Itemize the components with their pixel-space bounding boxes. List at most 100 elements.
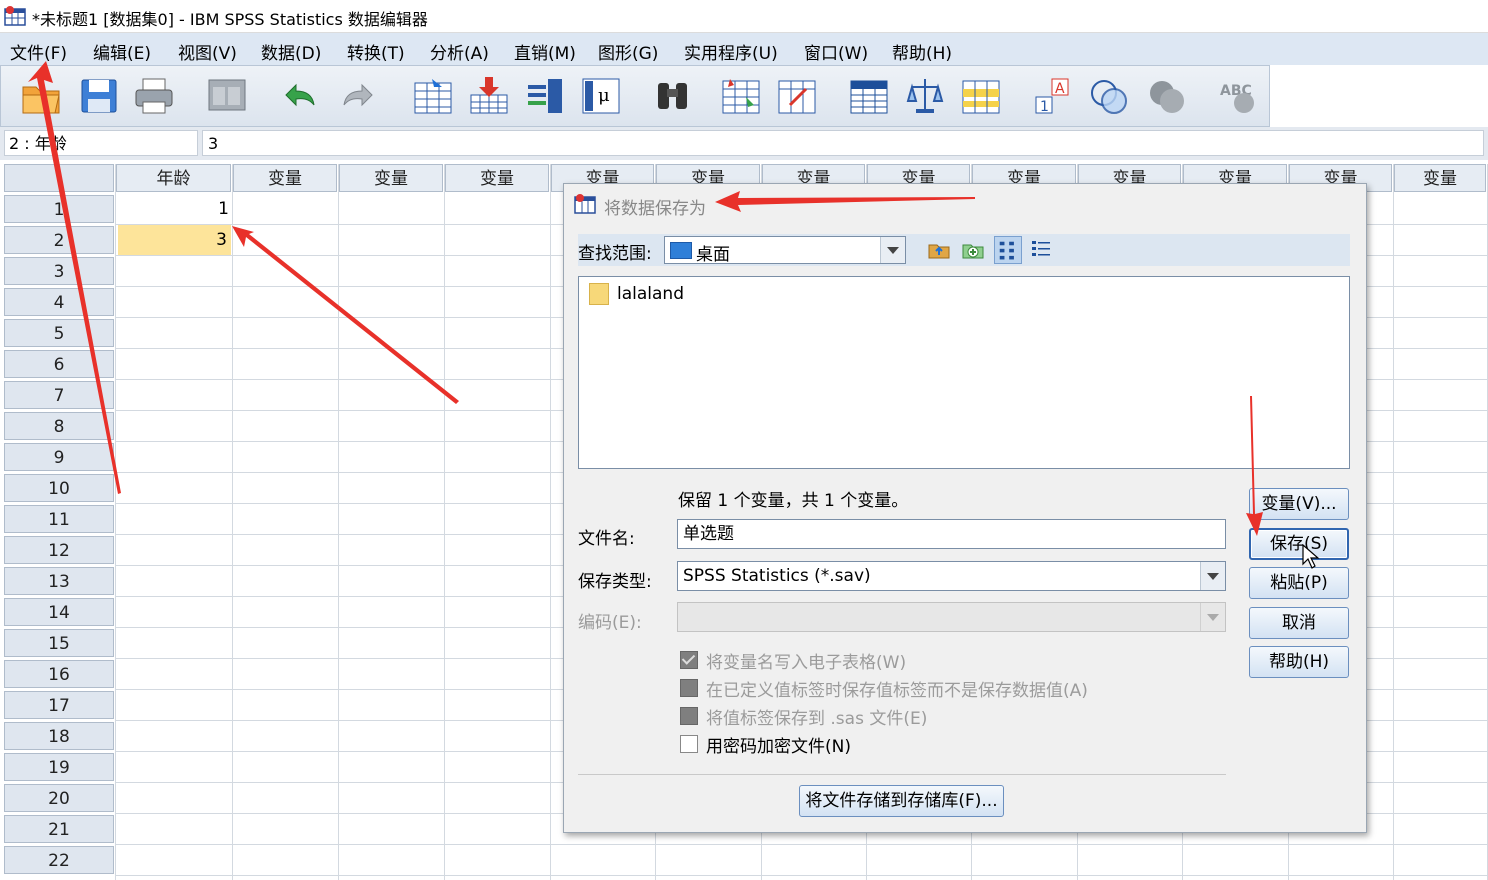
print-icon[interactable] — [132, 74, 176, 118]
menu-help[interactable]: 帮助(H) — [892, 39, 952, 64]
row-header[interactable]: 11 — [4, 505, 114, 533]
checkbox-label: 在已定义值标签时保存值标签而不是保存数据值(A) — [706, 680, 1088, 701]
svg-text:1: 1 — [1040, 99, 1049, 115]
row-header[interactable]: 8 — [4, 412, 114, 440]
checkbox-box — [680, 707, 698, 725]
menu-transform[interactable]: 转换(T) — [347, 39, 405, 64]
grid-corner[interactable] — [4, 164, 114, 192]
menu-window[interactable]: 窗口(W) — [804, 39, 868, 64]
save-type-dropdown[interactable]: SPSS Statistics (*.sav) — [677, 561, 1226, 591]
list-item[interactable]: lalaland — [589, 281, 684, 307]
row-header[interactable]: 18 — [4, 722, 114, 750]
menu-edit[interactable]: 编辑(E) — [93, 39, 151, 64]
grid-col-line — [550, 164, 551, 880]
save-button[interactable]: 保存(S) — [1249, 528, 1349, 560]
insert-variable-icon[interactable] — [775, 74, 819, 118]
show-all-variables-icon[interactable] — [1145, 74, 1189, 118]
cell-row2-age-selected[interactable]: 3 — [118, 225, 231, 255]
new-folder-icon[interactable] — [962, 238, 984, 260]
split-file-icon[interactable] — [847, 74, 891, 118]
descriptive-stats-icon[interactable]: μ — [579, 74, 623, 118]
row-header[interactable]: 19 — [4, 753, 114, 781]
cell-row1-age[interactable]: 1 — [116, 194, 233, 224]
menu-view[interactable]: 视图(V) — [178, 39, 237, 64]
filename-input[interactable]: 单选题 — [677, 519, 1226, 549]
use-sets-icon[interactable] — [1087, 74, 1131, 118]
grid-col-line — [338, 164, 339, 880]
paste-button[interactable]: 粘贴(P) — [1249, 567, 1349, 599]
goto-case-icon[interactable] — [411, 74, 455, 118]
undo-icon[interactable] — [277, 74, 321, 118]
row-header[interactable]: 17 — [4, 691, 114, 719]
variables-button[interactable]: 变量(V)... — [1249, 488, 1349, 520]
save-disk-icon[interactable] — [77, 74, 121, 118]
checkbox-encrypt-password[interactable]: 用密码加密文件(N) — [680, 731, 851, 757]
row-header[interactable]: 4 — [4, 288, 114, 316]
list-view-icon[interactable] — [994, 236, 1022, 264]
details-view-icon[interactable] — [1030, 238, 1052, 260]
store-to-repository-button[interactable]: 将文件存储到存储库(F)... — [799, 785, 1004, 817]
row-header[interactable]: 21 — [4, 815, 114, 843]
variables-icon[interactable] — [523, 74, 567, 118]
open-folder-icon[interactable] — [19, 74, 63, 118]
checkbox-box[interactable] — [680, 735, 698, 753]
grid-col-line — [115, 164, 116, 880]
menu-direct-marketing[interactable]: 直销(M) — [514, 39, 576, 64]
look-in-dropdown[interactable]: 桌面 — [664, 236, 906, 265]
row-header[interactable]: 20 — [4, 784, 114, 812]
save-data-as-dialog: 将数据保存为 查找范围: 桌面 lalaland 保留 1 个变量，共 1 个变… — [563, 183, 1367, 833]
find-icon[interactable] — [651, 74, 695, 118]
weight-cases-icon[interactable] — [903, 74, 947, 118]
row-header[interactable]: 3 — [4, 257, 114, 285]
encoding-label: 编码(E): — [578, 613, 642, 633]
menu-graphs[interactable]: 图形(G) — [598, 39, 658, 64]
file-list[interactable]: lalaland — [578, 276, 1350, 469]
spell-check-icon[interactable]: ABC — [1217, 74, 1261, 118]
column-header-var[interactable]: 变量 — [1394, 164, 1486, 192]
spss-app-icon — [4, 6, 26, 26]
row-header[interactable]: 5 — [4, 319, 114, 347]
dialog-recall-icon[interactable] — [205, 74, 249, 118]
value-labels-icon[interactable]: A1 — [1031, 74, 1075, 118]
cell-value-input[interactable]: 3 — [202, 130, 1484, 156]
cancel-button[interactable]: 取消 — [1249, 607, 1349, 639]
row-header[interactable]: 9 — [4, 443, 114, 471]
encoding-dropdown — [677, 602, 1226, 632]
row-header[interactable]: 13 — [4, 567, 114, 595]
row-header[interactable]: 15 — [4, 629, 114, 657]
redo-icon[interactable] — [337, 74, 381, 118]
column-header-var[interactable]: 变量 — [445, 164, 549, 192]
select-cases-icon[interactable] — [959, 74, 1003, 118]
row-header[interactable]: 14 — [4, 598, 114, 626]
row-header[interactable]: 1 — [4, 195, 114, 223]
column-header-var[interactable]: 变量 — [233, 164, 337, 192]
menu-analyze[interactable]: 分析(A) — [430, 39, 489, 64]
row-header[interactable]: 12 — [4, 536, 114, 564]
checkbox-box — [680, 651, 698, 669]
up-folder-icon[interactable] — [928, 238, 950, 260]
menu-utilities[interactable]: 实用程序(U) — [684, 39, 778, 64]
menu-data[interactable]: 数据(D) — [261, 39, 321, 64]
menu-bar: 文件(F) 编辑(E) 视图(V) 数据(D) 转换(T) 分析(A) 直销(M… — [0, 33, 1488, 65]
column-header-var[interactable]: 变量 — [339, 164, 443, 192]
chevron-down-icon[interactable] — [880, 237, 905, 263]
menu-file[interactable]: 文件(F) — [10, 39, 67, 64]
row-header[interactable]: 10 — [4, 474, 114, 502]
row-header[interactable]: 16 — [4, 660, 114, 688]
help-button[interactable]: 帮助(H) — [1249, 646, 1349, 678]
cell-editor-bar: 2 : 年龄 3 — [0, 127, 1488, 160]
chevron-down-icon[interactable] — [1200, 562, 1225, 590]
folder-icon — [589, 283, 609, 305]
row-header[interactable]: 2 — [4, 226, 114, 254]
row-header[interactable]: 22 — [4, 846, 114, 874]
row-header[interactable]: 6 — [4, 350, 114, 378]
column-header-age[interactable]: 年龄 — [116, 164, 231, 192]
row-header[interactable]: 7 — [4, 381, 114, 409]
checkbox-label: 将变量名写入电子表格(W) — [706, 652, 907, 673]
insert-cases-icon[interactable] — [719, 74, 763, 118]
goto-variable-icon[interactable] — [467, 74, 511, 118]
save-type-value: SPSS Statistics (*.sav) — [683, 566, 871, 586]
filename-label: 文件名: — [578, 529, 635, 549]
cell-reference: 2 : 年龄 — [4, 130, 198, 156]
desktop-icon — [670, 242, 692, 259]
